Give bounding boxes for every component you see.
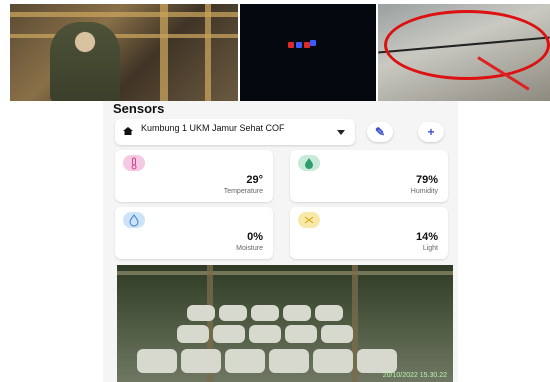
temperature-value: 29° [246, 174, 263, 186]
humidity-icon [298, 155, 320, 171]
plus-icon: + [427, 125, 435, 139]
light-icon [298, 212, 320, 228]
sensor-device-photo [240, 4, 376, 101]
water-drop-icon [123, 212, 145, 228]
worker-figure [50, 22, 120, 101]
location-label: Kumbung 1 UKM Jamur Sehat COF [141, 123, 285, 133]
light-card[interactable]: 14% Light [290, 207, 448, 259]
moisture-value: 0% [247, 231, 263, 243]
camera-feed: 20/10/2022 15.30.22 [117, 265, 453, 382]
page-title: Sensors [113, 101, 165, 116]
sensors-screen: Sensors Kumbung 1 UKM Jamur Sehat COF ✎ … [103, 101, 458, 382]
chevron-down-icon [337, 130, 345, 135]
temperature-card[interactable]: 29° Temperature [115, 150, 273, 202]
worker-photo [10, 4, 238, 101]
sensor-device-lights [288, 40, 316, 50]
humidity-card[interactable]: 79% Humidity [290, 150, 448, 202]
add-button[interactable]: + [418, 122, 444, 142]
humidity-value: 79% [415, 174, 438, 186]
pencil-icon: ✎ [374, 125, 386, 139]
light-label: Light [422, 245, 438, 252]
temperature-label: Temperature [223, 188, 263, 195]
moisture-card[interactable]: 0% Moisture [115, 207, 273, 259]
location-select[interactable]: Kumbung 1 UKM Jamur Sehat COF [115, 119, 355, 145]
home-icon [123, 127, 133, 135]
thermometer-icon [123, 155, 145, 171]
highlight-circle [384, 10, 550, 80]
humidity-label: Humidity [410, 188, 438, 195]
moisture-label: Moisture [236, 245, 263, 252]
light-value: 14% [415, 231, 438, 243]
edit-button[interactable]: ✎ [367, 122, 393, 142]
camera-timestamp: 20/10/2022 15.30.22 [382, 372, 447, 379]
sensor-installation-photo [378, 4, 550, 101]
